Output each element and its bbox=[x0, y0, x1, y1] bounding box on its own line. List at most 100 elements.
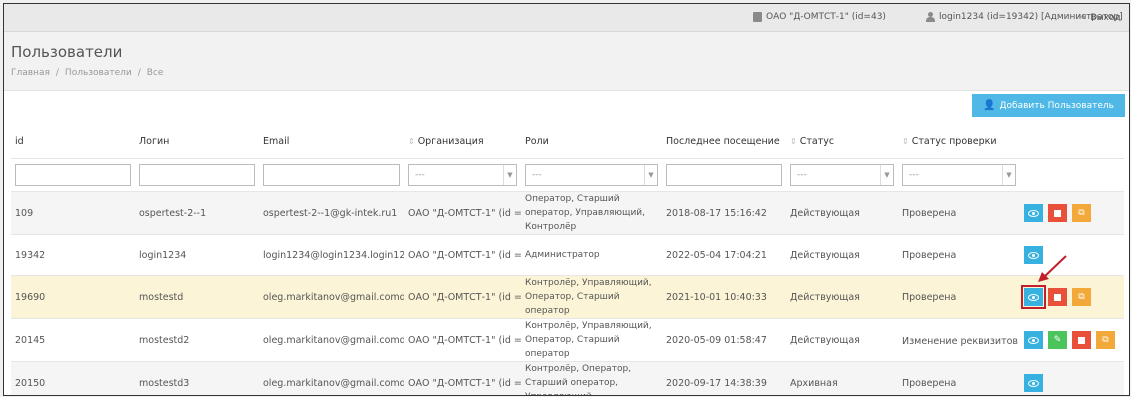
table-row: 19342 login1234 login1234@login1234.logi… bbox=[11, 234, 1124, 276]
cell-email: oleg.markitanov@gmail.comd3 bbox=[259, 361, 404, 395]
col-header-actions bbox=[1020, 125, 1124, 159]
cell-check-status: Проверена bbox=[898, 361, 1020, 395]
filter-check-status-select[interactable]: --- ▼ bbox=[902, 164, 1016, 186]
top-bar: ОАО "Д-ОМТСТ-1" (id=43) login1234 (id=19… bbox=[4, 4, 1129, 32]
cell-id: 109 bbox=[11, 191, 135, 235]
stop-icon bbox=[1054, 293, 1061, 301]
breadcrumb-separator: / bbox=[137, 68, 141, 78]
table-header-row: id Логин Email ⇕ Организация Роли Последн… bbox=[11, 125, 1124, 159]
users-table: id Логин Email ⇕ Организация Роли Последн… bbox=[11, 125, 1124, 395]
cell-roles: Контролёр, Управляющий, Оператор, Старши… bbox=[521, 318, 662, 362]
filter-roles-value: --- bbox=[532, 170, 542, 180]
filter-status-value: --- bbox=[797, 170, 807, 180]
org-indicator[interactable]: ОАО "Д-ОМТСТ-1" (id=43) bbox=[753, 12, 886, 22]
cell-last-visit: 2021-10-01 10:40:33 bbox=[662, 275, 786, 319]
cell-email: oleg.markitanov@gmail.comd bbox=[259, 275, 404, 319]
cell-org: ОАО "Д-ОМТСТ-1" (id = 43) bbox=[404, 234, 521, 276]
filter-id-input[interactable] bbox=[15, 164, 131, 186]
sort-icon: ⇕ bbox=[408, 137, 415, 146]
delete-button[interactable] bbox=[1048, 204, 1067, 222]
row-actions: ✎ ⧉ bbox=[1024, 331, 1120, 349]
cell-last-visit: 2018-08-17 15:16:42 bbox=[662, 191, 786, 235]
logout-link[interactable]: ⇥ Выход bbox=[1078, 12, 1121, 23]
copy-icon: ⧉ bbox=[1102, 335, 1109, 345]
view-button[interactable] bbox=[1024, 331, 1043, 349]
delete-button[interactable] bbox=[1072, 331, 1091, 349]
breadcrumb-users[interactable]: Пользователи bbox=[65, 68, 132, 78]
page-header: Пользователи Главная / Пользователи / Все bbox=[4, 32, 1129, 91]
col-header-org-label: Организация bbox=[417, 136, 484, 147]
breadcrumb-home[interactable]: Главная bbox=[11, 68, 50, 78]
col-header-roles[interactable]: Роли bbox=[521, 125, 662, 159]
cell-id: 19342 bbox=[11, 234, 135, 276]
col-header-last-visit[interactable]: Последнее посещение bbox=[662, 125, 786, 159]
col-header-status[interactable]: ⇕ Статус bbox=[786, 125, 898, 159]
breadcrumb-separator: / bbox=[55, 68, 59, 78]
breadcrumb: Главная / Пользователи / Все bbox=[11, 68, 163, 78]
cell-last-visit: 2022-05-04 17:04:21 bbox=[662, 234, 786, 276]
cell-login: login1234 bbox=[135, 234, 259, 276]
org-label: ОАО "Д-ОМТСТ-1" (id=43) bbox=[766, 12, 886, 22]
cell-check-status: Проверена bbox=[898, 275, 1020, 319]
col-header-login[interactable]: Логин bbox=[135, 125, 259, 159]
row-actions: ⧉ bbox=[1024, 204, 1120, 222]
eye-icon bbox=[1028, 293, 1039, 301]
filter-last-visit-input[interactable] bbox=[666, 164, 782, 186]
cell-id: 20150 bbox=[11, 361, 135, 395]
cell-id: 20145 bbox=[11, 318, 135, 362]
copy-icon: ⧉ bbox=[1078, 208, 1085, 218]
app-window: ОАО "Д-ОМТСТ-1" (id=43) login1234 (id=19… bbox=[3, 3, 1130, 396]
chevron-down-icon: ▼ bbox=[1002, 165, 1015, 185]
col-header-org[interactable]: ⇕ Организация bbox=[404, 125, 521, 159]
edit-button[interactable]: ✎ bbox=[1048, 331, 1067, 349]
cell-status: Архивная bbox=[786, 361, 898, 395]
filter-status-select[interactable]: --- ▼ bbox=[790, 164, 894, 186]
annotation-arrow bbox=[1038, 255, 1067, 282]
add-user-button[interactable]: 👤 Добавить Пользователь bbox=[972, 94, 1125, 117]
logout-icon: ⇥ bbox=[1078, 12, 1087, 23]
view-button[interactable] bbox=[1024, 374, 1043, 392]
eye-icon bbox=[1028, 379, 1039, 387]
cell-roles: Администратор bbox=[521, 234, 662, 276]
copy-icon: ⧉ bbox=[1078, 292, 1085, 302]
eye-icon bbox=[1028, 209, 1039, 217]
cell-email: ospertest-2--1@gk-intek.ru1 bbox=[259, 191, 404, 235]
cell-org: ОАО "Д-ОМТСТ-1" (id = 43) bbox=[404, 191, 521, 235]
copy-button[interactable]: ⧉ bbox=[1096, 331, 1115, 349]
view-button[interactable] bbox=[1021, 285, 1046, 309]
cell-login: mostestd2 bbox=[135, 318, 259, 362]
filter-row: --- ▼ --- ▼ --- ▼ --- ▼ bbox=[11, 158, 1124, 192]
cell-login: mostestd bbox=[135, 275, 259, 319]
filter-roles-select[interactable]: --- ▼ bbox=[525, 164, 658, 186]
user-icon bbox=[926, 12, 935, 22]
row-actions bbox=[1024, 374, 1120, 392]
chevron-down-icon: ▼ bbox=[644, 165, 657, 185]
filter-login-input[interactable] bbox=[139, 164, 255, 186]
col-header-check-status[interactable]: ⇕ Статус проверки bbox=[898, 125, 1020, 159]
cell-status: Действующая bbox=[786, 191, 898, 235]
add-user-icon: 👤 bbox=[983, 100, 996, 111]
cell-roles: Оператор, Старший оператор, Управляющий,… bbox=[521, 191, 662, 235]
cell-login: ospertest-2--1 bbox=[135, 191, 259, 235]
copy-button[interactable]: ⧉ bbox=[1072, 204, 1091, 222]
copy-button[interactable]: ⧉ bbox=[1072, 288, 1091, 306]
delete-button[interactable] bbox=[1048, 288, 1067, 306]
cell-check-status: Изменение реквизитов? bbox=[898, 318, 1020, 362]
eye-icon bbox=[1028, 336, 1039, 344]
row-actions: ⧉ bbox=[1021, 285, 1120, 309]
table-row: 20145 mostestd2 oleg.markitanov@gmail.co… bbox=[11, 318, 1124, 362]
col-header-id[interactable]: id bbox=[11, 125, 135, 159]
cell-roles: Контролёр, Управляющий, Оператор, Старши… bbox=[521, 275, 662, 319]
col-header-status-label: Статус bbox=[799, 136, 835, 147]
filter-org-select[interactable]: --- ▼ bbox=[408, 164, 517, 186]
filter-email-input[interactable] bbox=[263, 164, 400, 186]
view-button[interactable] bbox=[1024, 204, 1043, 222]
col-header-email[interactable]: Email bbox=[259, 125, 404, 159]
table-row: 19690 mostestd oleg.markitanov@gmail.com… bbox=[11, 275, 1124, 319]
check-status-label: Изменение реквизитов bbox=[902, 335, 1019, 347]
cell-org: ОАО "Д-ОМТСТ-1" (id = 43) bbox=[404, 318, 521, 362]
cell-email: oleg.markitanov@gmail.comd2 bbox=[259, 318, 404, 362]
stop-icon bbox=[1054, 209, 1061, 217]
sort-icon: ⇕ bbox=[902, 137, 909, 146]
page-title: Пользователи bbox=[11, 43, 123, 61]
